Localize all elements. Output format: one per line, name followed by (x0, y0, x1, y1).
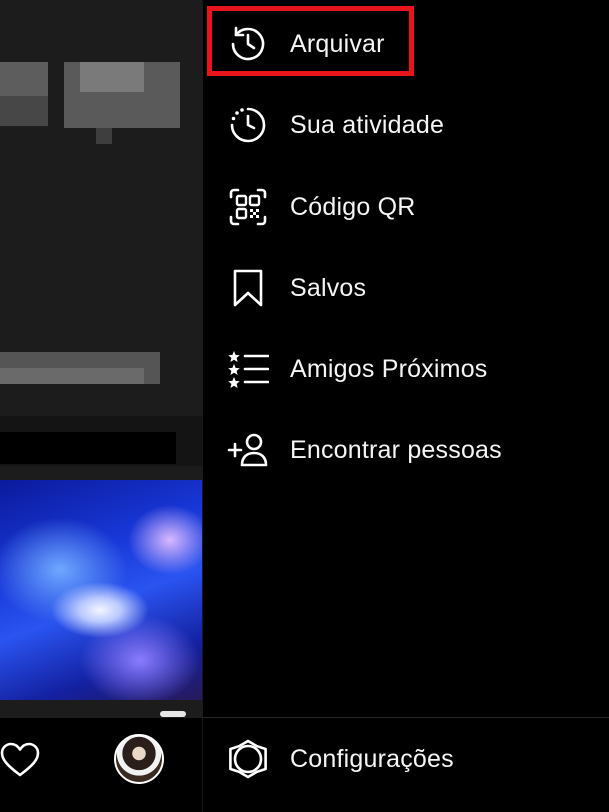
pixelated-name (80, 62, 144, 92)
menu-item-label: Arquivar (290, 29, 385, 58)
menu-item-discover-people[interactable]: Encontrar pessoas (203, 420, 609, 480)
bookmark-icon (227, 267, 269, 309)
menu-item-settings[interactable]: Configurações (203, 729, 609, 789)
add-person-icon (227, 429, 269, 471)
menu-item-label: Salvos (290, 273, 367, 302)
menu-item-activity[interactable]: Sua atividade (203, 95, 609, 155)
side-drawer-menu: Arquivar Sua atividade Código QR Salvos … (202, 0, 609, 812)
heart-icon[interactable] (0, 742, 40, 778)
menu-item-label: Encontrar pessoas (290, 435, 502, 464)
menu-item-qr-code[interactable]: Código QR (203, 177, 609, 237)
pixelated-name (96, 128, 112, 144)
menu-item-label: Sua atividade (290, 110, 445, 139)
menu-item-saved[interactable]: Salvos (203, 258, 609, 318)
settings-gear-icon (227, 738, 269, 780)
divider (203, 717, 609, 718)
screen: Arquivar Sua atividade Código QR Salvos … (0, 0, 609, 812)
menu-item-label: Código QR (290, 192, 416, 221)
pixelated-bio (0, 368, 144, 384)
profile-background-overlay[interactable] (0, 0, 202, 812)
menu-item-label: Configurações (290, 744, 454, 773)
menu-item-label: Amigos Próximos (290, 354, 488, 383)
profile-avatar[interactable] (114, 734, 164, 784)
scroll-indicator (160, 711, 186, 717)
activity-icon (227, 104, 269, 146)
pixelated-post-image (0, 480, 202, 700)
close-friends-icon (227, 348, 269, 390)
menu-item-archive[interactable]: Arquivar (203, 14, 609, 74)
menu-item-close-friends[interactable]: Amigos Próximos (203, 339, 609, 399)
pixelated-username (0, 96, 48, 126)
archive-history-icon (227, 23, 269, 65)
qr-code-icon (227, 186, 269, 228)
pixelated-button-bar (0, 432, 176, 464)
